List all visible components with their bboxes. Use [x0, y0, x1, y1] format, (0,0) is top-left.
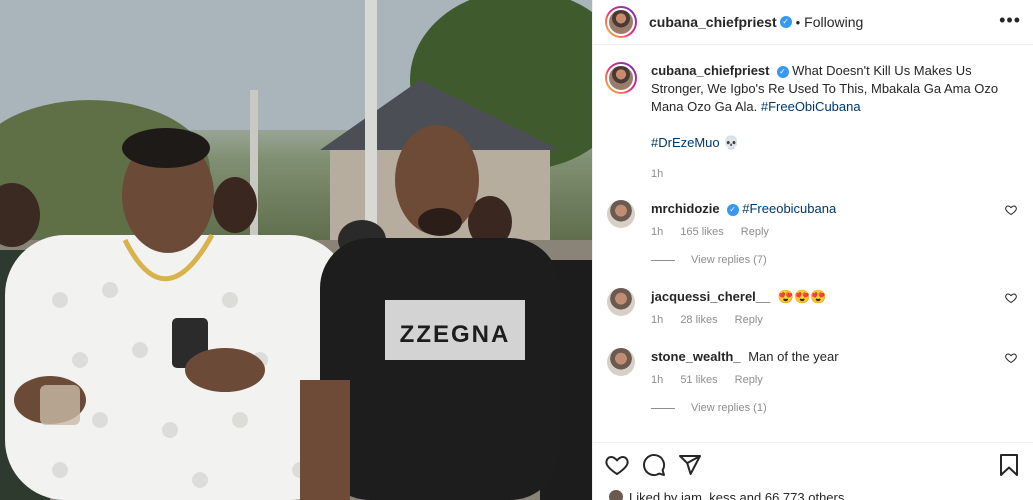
hashtag-link[interactable]: #DrEzeMuo: [651, 135, 720, 150]
caption-text-block: cubana_chiefpriest ✓ What Doesn't Kill Us…: [651, 62, 1017, 152]
heart-icon[interactable]: [1005, 352, 1017, 364]
author-avatar[interactable]: [605, 6, 637, 38]
caption-username[interactable]: cubana_chiefpriest: [651, 63, 770, 78]
comment-timestamp: 1h: [651, 374, 664, 386]
comment-timestamp: 1h: [651, 314, 664, 326]
verified-badge-icon: ✓: [776, 66, 789, 78]
post-detail-panel: cubana_chiefpriest ✓ • Following ••• cub…: [592, 0, 1033, 500]
comment-likes[interactable]: 51 likes: [680, 374, 717, 386]
post-caption: cubana_chiefpriest ✓ What Doesn't Kill Us…: [605, 62, 1017, 180]
shirt-print-text: ZZEGNA: [400, 321, 511, 348]
liker-avatar: [609, 490, 623, 500]
liked-by-text: Liked by iam_kess and 66,773 others: [629, 490, 845, 500]
reply-button[interactable]: Reply: [735, 374, 763, 386]
skull-emoji: 💀: [723, 135, 740, 150]
replies-divider: [651, 259, 675, 261]
like-heart-icon[interactable]: [605, 453, 629, 477]
comment-item: stone_wealth_ Man of the year 1h 51 like…: [605, 348, 1017, 386]
comment-item: jacquessi_cherel__ 😍😍😍 1h 28 likes Reply: [605, 288, 1017, 326]
author-username[interactable]: cubana_chiefpriest: [649, 14, 777, 30]
commenter-username[interactable]: stone_wealth_: [651, 349, 741, 364]
commenter-avatar[interactable]: [607, 348, 635, 376]
comment-text[interactable]: #Freeobicubana: [742, 201, 836, 216]
comment-likes[interactable]: 165 likes: [680, 226, 723, 238]
heart-icon[interactable]: [1005, 292, 1017, 304]
more-horizontal-icon[interactable]: •••: [999, 11, 1021, 29]
comment-text: Man of the year: [748, 349, 839, 364]
view-replies-label: View replies (7): [691, 254, 767, 266]
replies-divider: [651, 407, 675, 409]
share-paper-plane-icon[interactable]: [678, 453, 702, 477]
post-action-bar: [593, 442, 1033, 488]
save-bookmark-icon[interactable]: [997, 453, 1021, 477]
view-replies-label: View replies (1): [691, 402, 767, 414]
following-button[interactable]: Following: [804, 14, 863, 30]
post-header: cubana_chiefpriest ✓ • Following •••: [593, 0, 1033, 45]
photo-illustration: ZZEGNA: [0, 0, 592, 500]
reply-button[interactable]: Reply: [735, 314, 763, 326]
commenter-username[interactable]: jacquessi_cherel__: [651, 289, 770, 304]
comment-text: 😍😍😍: [777, 289, 827, 304]
heart-icon[interactable]: [1005, 204, 1017, 216]
commenter-avatar[interactable]: [607, 200, 635, 228]
separator-dot: •: [795, 14, 801, 30]
reply-button[interactable]: Reply: [741, 226, 769, 238]
view-replies-button[interactable]: View replies (7): [651, 254, 1017, 266]
comment-bubble-icon[interactable]: [642, 453, 666, 477]
comment-likes[interactable]: 28 likes: [680, 314, 717, 326]
comments-list: cubana_chiefpriest ✓ What Doesn't Kill Us…: [593, 46, 1033, 442]
verified-badge-icon: ✓: [726, 204, 739, 216]
comment-timestamp: 1h: [651, 226, 664, 238]
hashtag-link[interactable]: #FreeObiCubana: [761, 99, 861, 114]
caption-author-avatar[interactable]: [605, 62, 637, 94]
commenter-username[interactable]: mrchidozie: [651, 201, 720, 216]
view-replies-button[interactable]: View replies (1): [651, 402, 1017, 414]
post-photo[interactable]: ZZEGNA: [0, 0, 592, 500]
commenter-avatar[interactable]: [607, 288, 635, 316]
caption-timestamp: 1h: [651, 168, 664, 180]
liked-by-summary[interactable]: Liked by iam_kess and 66,773 others: [609, 490, 844, 500]
comment-item: mrchidozie ✓ #Freeobicubana 1h 165 likes …: [605, 200, 1017, 238]
verified-badge-icon: ✓: [779, 16, 792, 28]
